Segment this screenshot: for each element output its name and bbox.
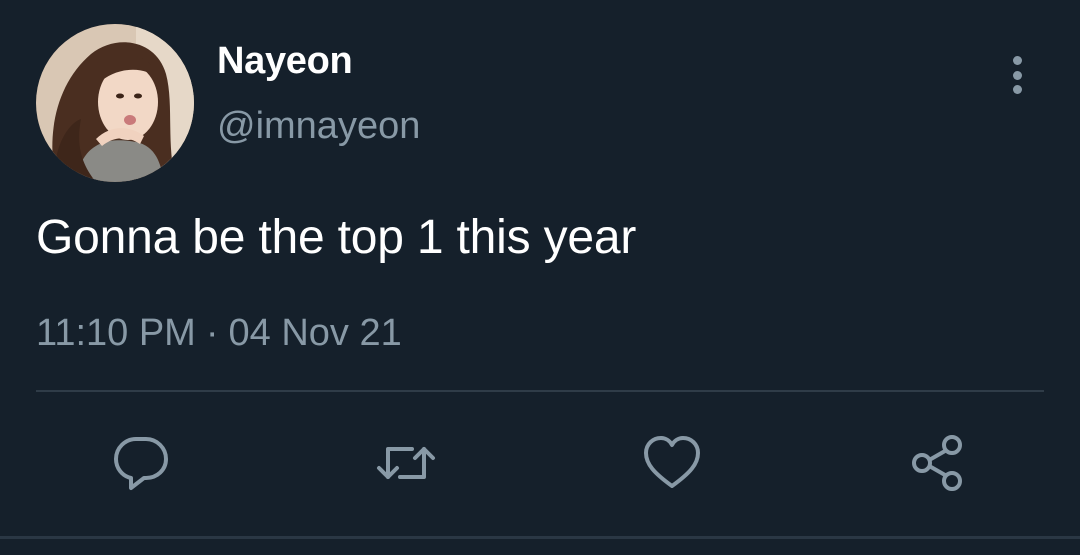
divider	[36, 390, 1044, 392]
reply-icon	[114, 437, 168, 490]
heart-icon	[644, 436, 700, 488]
avatar-image	[36, 24, 194, 182]
share-icon	[912, 435, 962, 491]
meta-separator: ·	[205, 312, 219, 354]
action-bar	[0, 425, 1080, 501]
user-handle[interactable]: @imnayeon	[217, 103, 420, 149]
tweet-date: 04 Nov 21	[228, 312, 402, 354]
avatar[interactable]	[36, 24, 194, 182]
more-vertical-icon-dot	[1012, 85, 1022, 94]
display-name[interactable]: Nayeon	[217, 38, 353, 84]
like-button[interactable]	[634, 425, 710, 501]
reply-button[interactable]	[103, 425, 179, 501]
share-button[interactable]	[900, 425, 976, 501]
more-options-button[interactable]	[996, 50, 1038, 100]
bottom-divider	[0, 536, 1080, 539]
more-vertical-icon	[1012, 56, 1022, 65]
tweet-time: 11:10 PM	[36, 312, 196, 354]
tweet-text: Gonna be the top 1 this year	[36, 211, 637, 264]
more-vertical-icon-dot	[1012, 70, 1022, 80]
tweet-card: Nayeon @imnayeon Gonna be the top 1 this…	[0, 0, 1080, 555]
retweet-button[interactable]	[368, 425, 444, 501]
tweet-timestamp[interactable]: 11:10 PM · 04 Nov 21	[36, 310, 402, 356]
retweet-icon	[377, 447, 435, 479]
